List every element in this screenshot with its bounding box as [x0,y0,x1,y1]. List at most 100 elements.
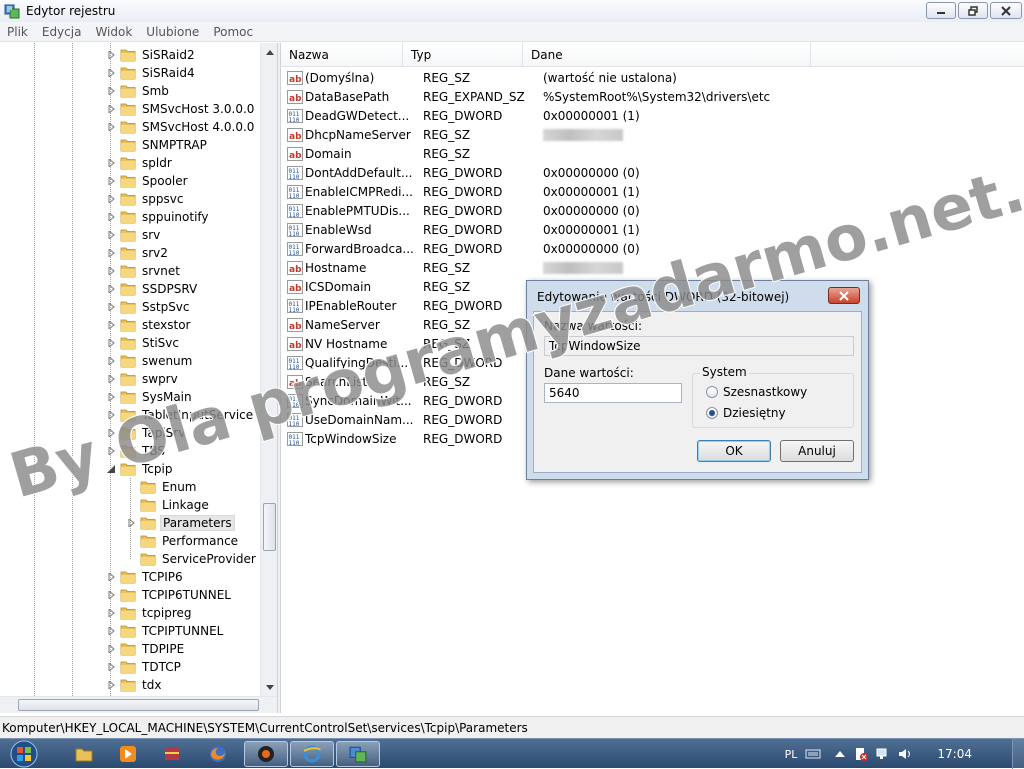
expand-arrow-icon[interactable] [106,248,116,258]
radio-hexadecimal[interactable]: Szesnastkowy [706,385,807,399]
menu-file[interactable]: Plik [0,25,35,39]
tree-item[interactable]: Parameters [126,514,235,532]
taskbar-explorer-button[interactable] [62,741,106,767]
expand-arrow-icon[interactable] [106,446,116,456]
tree-item[interactable]: TCPIP6TUNNEL [106,586,233,604]
expand-arrow-icon[interactable] [106,176,116,186]
value-row[interactable]: 011 110 ForwardBroadca... REG_DWORD 0x000000… [281,239,1024,258]
tree-item[interactable]: srv [106,226,162,244]
action-center-icon[interactable] [853,746,869,762]
expand-arrow-icon[interactable] [106,230,116,240]
taskbar-regedit-button[interactable] [336,741,380,767]
menu-view[interactable]: Widok [88,25,139,39]
tree-item[interactable]: stexstor [106,316,192,334]
registry-tree[interactable]: SiSRaid2 SiSRaid4 Smb SMSvcHost 3.0.0.0 SMSv… [0,43,260,696]
column-type[interactable]: Typ [403,43,523,67]
tree-item[interactable]: Enum [126,478,198,496]
expand-arrow-icon[interactable] [106,338,116,348]
tree-item[interactable]: tcpipreg [106,604,194,622]
expand-arrow-icon[interactable] [106,626,116,636]
tree-item[interactable]: SstpSvc [106,298,192,316]
dialog-close-button[interactable] [828,287,860,304]
tree-item[interactable]: tdx [106,676,163,694]
tree-item[interactable]: TDPIPE [106,640,186,658]
expand-arrow-icon[interactable] [106,302,116,312]
tree-item[interactable]: TabletInputService [106,406,255,424]
clock[interactable]: 17:04 [937,747,972,761]
expand-arrow-icon[interactable] [106,320,116,330]
taskbar-ie-button[interactable] [290,741,334,767]
tree-item[interactable]: SiSRaid4 [106,64,197,82]
keyboard-icon[interactable] [805,748,821,760]
tree-horizontal-scrollbar[interactable] [0,696,277,713]
value-row[interactable]: 011 110 EnablePMTUDis... REG_DWORD 0x0000000… [281,201,1024,220]
tree-item[interactable]: SysMain [106,388,194,406]
value-data-input[interactable]: 5640 [544,383,682,403]
tree-item[interactable]: SiSRaid2 [106,46,197,64]
tree-item[interactable]: TDTCP [106,658,183,676]
tree-item[interactable]: TCPIPTUNNEL [106,622,225,640]
tree-item[interactable]: TapiSrv [106,424,187,442]
value-row[interactable]: 011 110 DeadGWDetect... REG_DWORD 0x00000001… [281,106,1024,125]
tree-item[interactable]: Linkage [126,496,211,514]
expand-arrow-icon[interactable] [106,356,116,366]
expand-arrow-icon[interactable] [106,428,116,438]
expand-arrow-icon[interactable] [106,680,116,690]
tree-item[interactable]: SMSvcHost 4.0.0.0 [106,118,256,136]
tree-item[interactable]: SSDPSRV [106,280,199,298]
radio-decimal[interactable]: Dziesiętny [706,406,786,420]
vertical-scroll-thumb[interactable] [263,503,276,551]
value-row[interactable]: 011 110 DontAddDefault... REG_DWORD 0x000000… [281,163,1024,182]
tree-item[interactable]: spldr [106,154,174,172]
expand-arrow-icon[interactable] [126,518,136,528]
tree-vertical-scrollbar[interactable] [260,43,277,696]
value-row[interactable]: ab DhcpNameServer REG_SZ [281,125,1024,144]
network-icon[interactable] [875,746,891,762]
expand-arrow-icon[interactable] [106,572,116,582]
volume-icon[interactable] [897,746,913,762]
language-indicator[interactable]: PL [785,748,798,761]
expand-arrow-icon[interactable] [106,158,116,168]
ok-button[interactable]: OK [697,440,771,462]
tree-item[interactable]: Tcpip [106,460,174,478]
expand-arrow-icon[interactable] [106,68,116,78]
expand-arrow-icon[interactable] [106,86,116,96]
tree-item[interactable]: SMSvcHost 3.0.0.0 [106,100,256,118]
expand-arrow-icon[interactable] [106,608,116,618]
tree-item[interactable]: swenum [106,352,194,370]
expand-arrow-icon[interactable] [106,104,116,114]
tree-item[interactable]: srvnet [106,262,182,280]
column-data[interactable]: Dane [523,43,811,67]
menu-edit[interactable]: Edycja [35,25,89,39]
tree-item[interactable]: ServiceProvider [126,550,258,568]
start-button[interactable] [4,739,44,769]
minimize-button[interactable] [926,2,956,19]
taskbar-browser-button[interactable] [244,741,288,767]
horizontal-scroll-thumb[interactable] [18,699,259,711]
tree-item[interactable]: Performance [126,532,240,550]
expand-arrow-icon[interactable] [106,410,116,420]
expand-arrow-icon[interactable] [106,266,116,276]
scroll-up-arrow[interactable] [261,43,278,60]
expand-arrow-icon[interactable] [106,122,116,132]
tree-item[interactable]: TCPIP6 [106,568,185,586]
taskbar-archive-button[interactable] [150,741,194,767]
collapse-arrow-icon[interactable] [106,464,116,474]
menu-favorites[interactable]: Ulubione [139,25,206,39]
tree-item[interactable]: swprv [106,370,180,388]
taskbar-media-button[interactable] [106,741,150,767]
column-name[interactable]: Nazwa [281,43,403,67]
value-row[interactable]: ab (Domyślna) REG_SZ (wartość nie ustalona) [281,68,1024,87]
tree-item[interactable]: sppsvc [106,190,185,208]
restore-button[interactable] [958,2,988,19]
value-row[interactable]: 011 110 EnableWsd REG_DWORD 0x00000001 (1) [281,220,1024,239]
value-row[interactable]: ab DataBasePath REG_EXPAND_SZ %SystemRoot%\… [281,87,1024,106]
tree-item[interactable]: srv2 [106,244,170,262]
value-row[interactable]: 011 110 EnableICMPRedi... REG_DWORD 0x000000… [281,182,1024,201]
expand-arrow-icon[interactable] [106,662,116,672]
tree-item[interactable]: TBS [106,442,167,460]
taskbar-firefox-button[interactable] [196,741,240,767]
expand-arrow-icon[interactable] [106,212,116,222]
expand-arrow-icon[interactable] [106,392,116,402]
menu-help[interactable]: Pomoc [206,25,260,39]
